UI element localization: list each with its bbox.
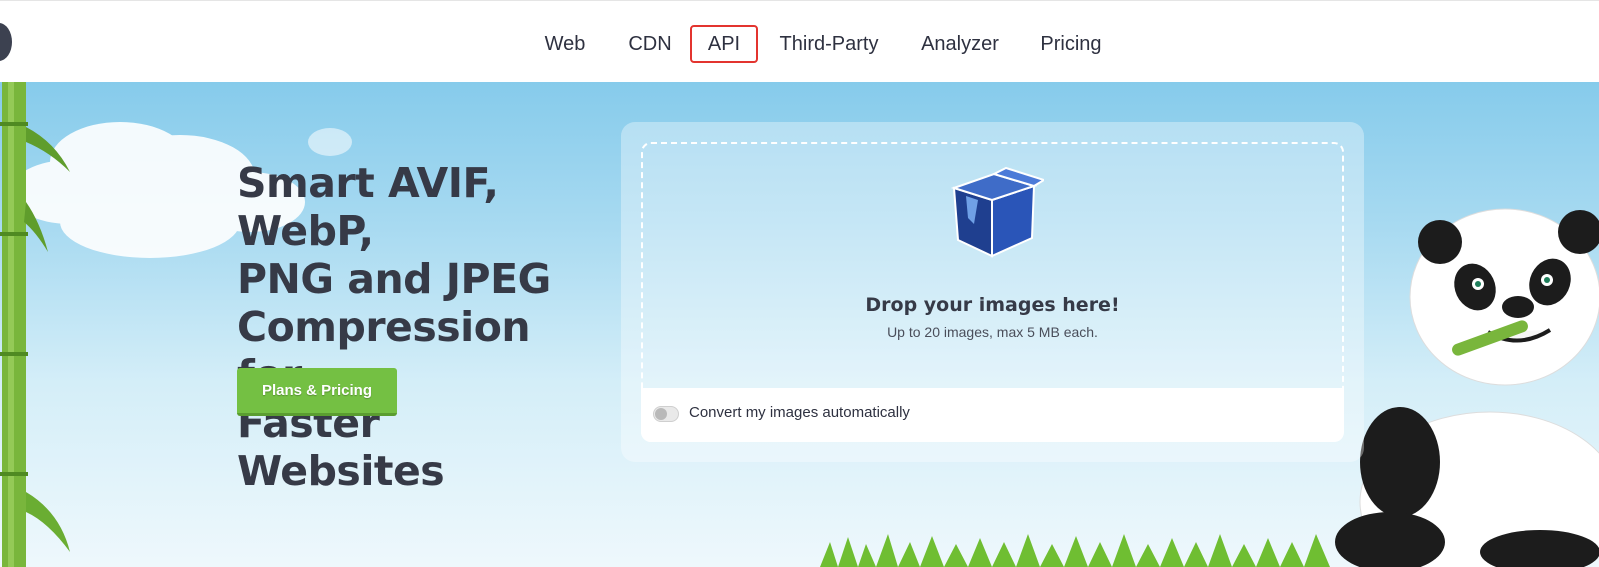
convert-toggle[interactable] (653, 406, 679, 422)
hero-section: Smart AVIF, WebP, PNG and JPEG Compressi… (0, 82, 1599, 567)
panda-illustration (1335, 208, 1599, 567)
nav-item-analyzer[interactable]: Analyzer (911, 25, 1009, 63)
toggle-knob (655, 408, 667, 420)
plans-pricing-button[interactable]: Plans & Pricing (237, 368, 397, 416)
drop-title: Drop your images here! (865, 294, 1120, 316)
convert-option-bar: Convert my images automatically (641, 388, 1344, 442)
main-nav: Web CDN API Third-Party Analyzer Pricing (0, 25, 1599, 63)
top-navigation-bar: Web CDN API Third-Party Analyzer Pricing (0, 0, 1599, 82)
headline-line: PNG and JPEG (237, 255, 551, 303)
headline-line: Smart AVIF, WebP, (237, 159, 499, 255)
convert-label: Convert my images automatically (689, 404, 910, 421)
nav-item-third-party[interactable]: Third-Party (770, 25, 888, 63)
nav-item-web[interactable]: Web (537, 25, 593, 63)
hero-headline: Smart AVIF, WebP, PNG and JPEG Compressi… (237, 159, 597, 495)
nav-item-api[interactable]: API (690, 25, 758, 63)
nav-item-pricing[interactable]: Pricing (1034, 25, 1108, 63)
grass-illustration (820, 534, 1330, 567)
drop-subtitle: Up to 20 images, max 5 MB each. (887, 324, 1098, 340)
nav-item-cdn[interactable]: CDN (622, 25, 678, 63)
box-icon (950, 166, 1044, 258)
upload-panel: Drop your images here! Up to 20 images, … (621, 122, 1364, 462)
